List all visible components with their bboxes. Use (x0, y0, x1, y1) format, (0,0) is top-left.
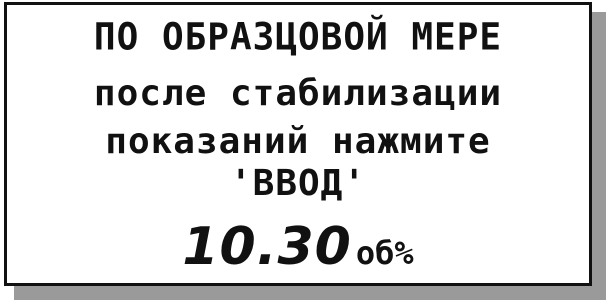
reading-value: 10.30 (182, 217, 352, 277)
instruction-line-2: показаний нажмите (105, 121, 491, 162)
display-title: ПО ОБРАЗЦОВОЙ МЕРЕ (93, 15, 503, 60)
display-stage: ПО ОБРАЗЦОВОЙ МЕРЕ после стабилизации по… (0, 0, 609, 304)
instruction-line-1: после стабилизации (93, 73, 503, 114)
reading-row: 10.30 об% (7, 217, 589, 277)
reading-unit: об% (355, 234, 414, 272)
display-panel: ПО ОБРАЗЦОВОЙ МЕРЕ после стабилизации по… (4, 2, 592, 286)
instruction-key-name: 'ВВОД' (229, 163, 367, 204)
